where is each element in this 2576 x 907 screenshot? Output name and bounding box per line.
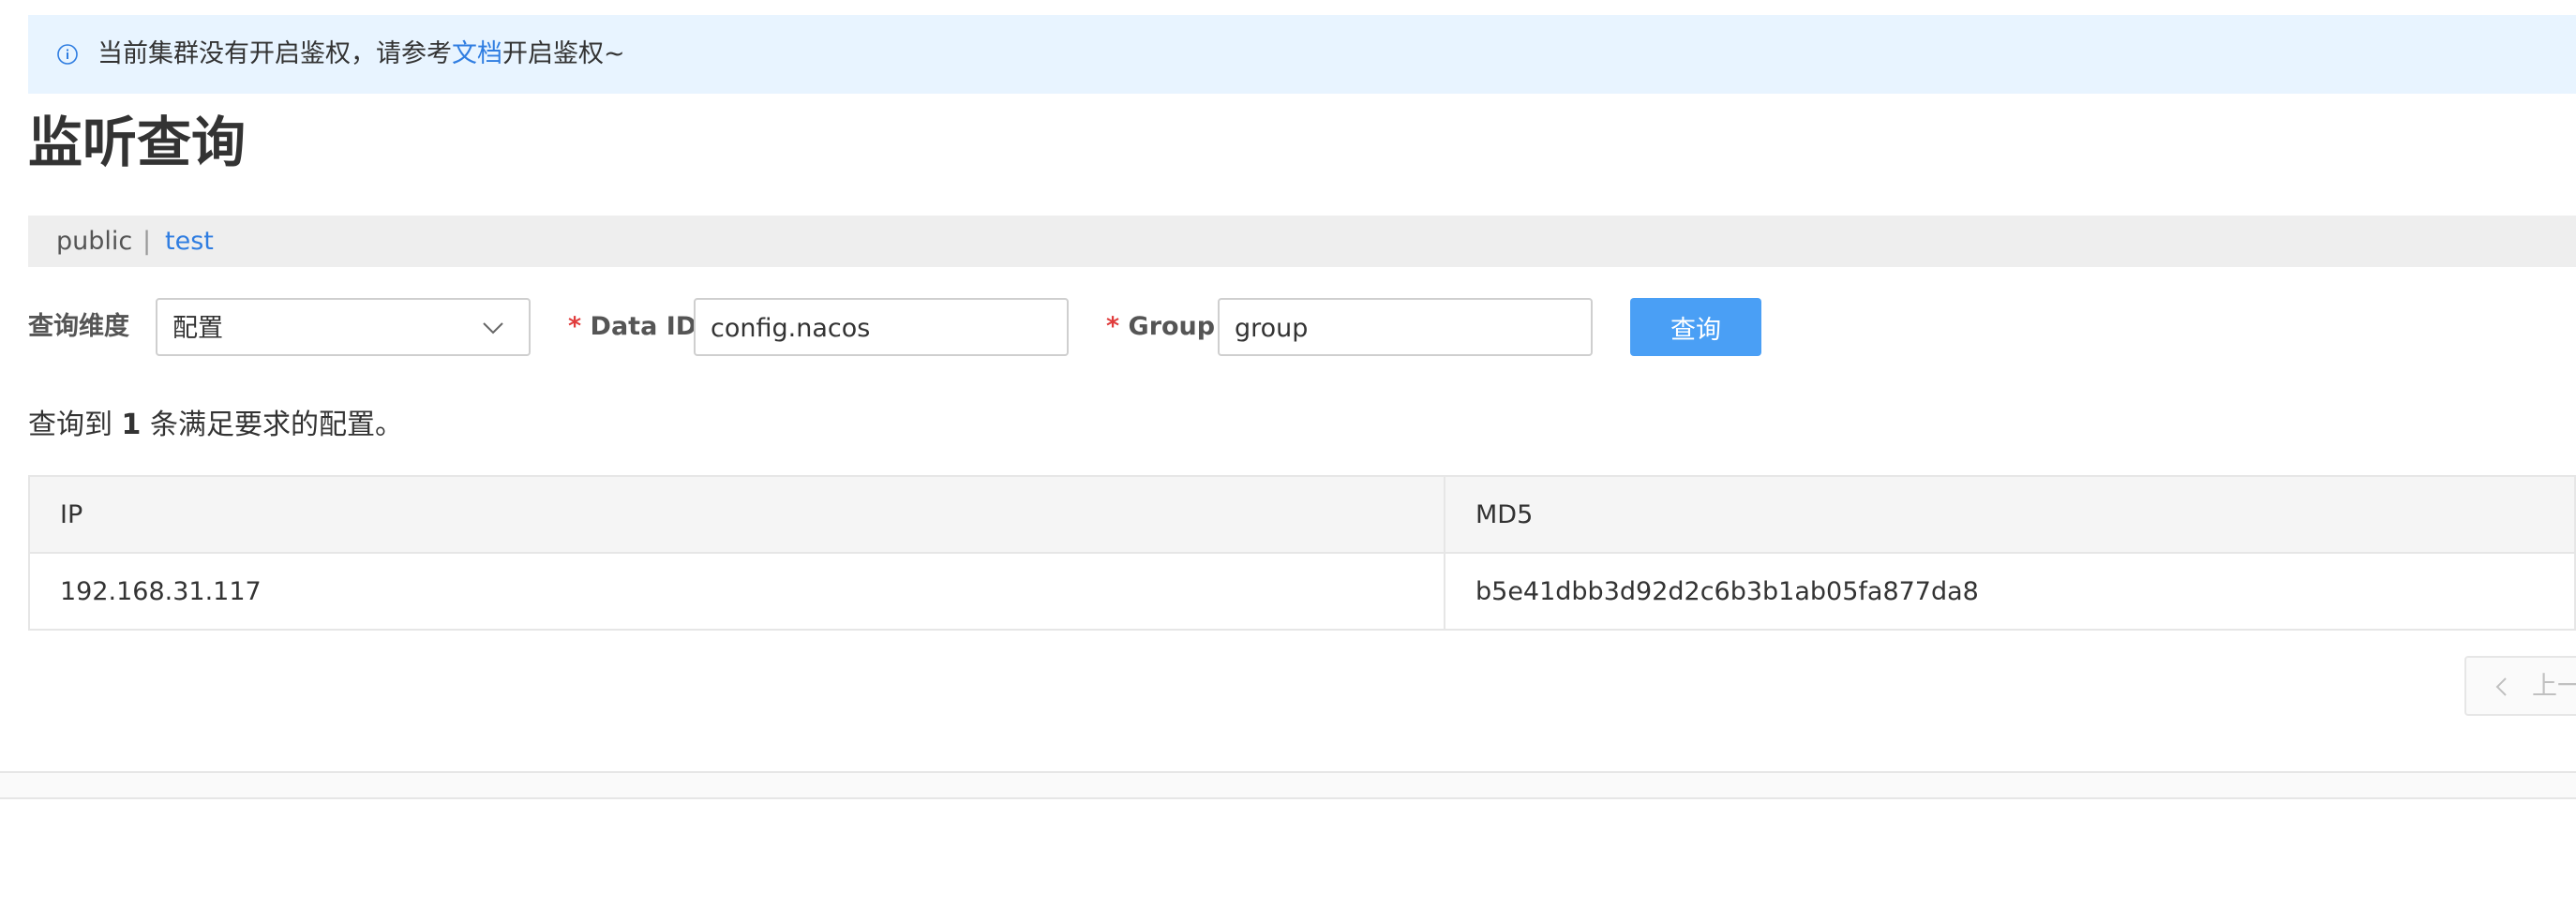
dimension-select-value: 配置	[172, 314, 223, 343]
notice-text: 当前集群没有开启鉴权，请参考文档开启鉴权~	[97, 37, 625, 71]
namespace-separator: |	[142, 227, 152, 256]
table-header-row: IP MD5	[28, 475, 2576, 554]
notice-text-after: 开启鉴权~	[502, 39, 625, 68]
dataid-label-text: Data ID	[590, 312, 697, 341]
chevron-left-icon	[2495, 677, 2507, 696]
required-mark: *	[568, 312, 582, 341]
page-title: 监听查询	[28, 111, 247, 174]
prev-page-label: 上一	[2532, 672, 2576, 701]
info-icon	[57, 44, 78, 65]
result-prefix: 查询到	[28, 409, 112, 441]
cell-md5: b5e41dbb3d92d2c6b3b1ab05fa877da8	[1444, 552, 2576, 631]
result-suffix: 条满足要求的配置。	[149, 409, 403, 441]
group-input[interactable]: group	[1218, 298, 1593, 356]
dataid-input-value: config.nacos	[711, 314, 871, 343]
table-row: 192.168.31.117 b5e41dbb3d92d2c6b3b1ab05f…	[28, 552, 2576, 631]
cell-ip: 192.168.31.117	[28, 552, 1445, 631]
required-mark: *	[1106, 312, 1120, 341]
column-header-ip: IP	[28, 475, 1445, 554]
dataid-label: * Data ID	[568, 310, 696, 344]
namespace-test[interactable]: test	[165, 225, 214, 259]
listener-table: IP MD5 192.168.31.117 b5e41dbb3d92d2c6b3…	[28, 475, 2576, 631]
query-button[interactable]: 查询	[1630, 298, 1761, 356]
group-input-value: group	[1235, 314, 1309, 343]
prev-page-button[interactable]: 上一	[2464, 656, 2576, 716]
namespace-bar: public | test	[28, 216, 2576, 267]
dataid-input[interactable]: config.nacos	[694, 298, 1069, 356]
footer-divider	[0, 771, 2576, 799]
docs-link[interactable]: 文档	[452, 39, 502, 68]
auth-notice-banner: 当前集群没有开启鉴权，请参考文档开启鉴权~	[28, 15, 2576, 94]
result-count: 1	[121, 409, 142, 441]
namespace-public[interactable]: public	[56, 225, 132, 259]
notice-text-before: 当前集群没有开启鉴权，请参考	[97, 39, 452, 68]
dimension-label: 查询维度	[28, 312, 129, 341]
column-header-md5: MD5	[1444, 475, 2576, 554]
group-label-text: Group	[1128, 312, 1216, 341]
group-label: * Group	[1106, 310, 1215, 344]
result-summary: 查询到 1 条满足要求的配置。	[28, 407, 403, 444]
chevron-down-icon	[483, 322, 503, 335]
dimension-select[interactable]: 配置	[156, 298, 531, 356]
